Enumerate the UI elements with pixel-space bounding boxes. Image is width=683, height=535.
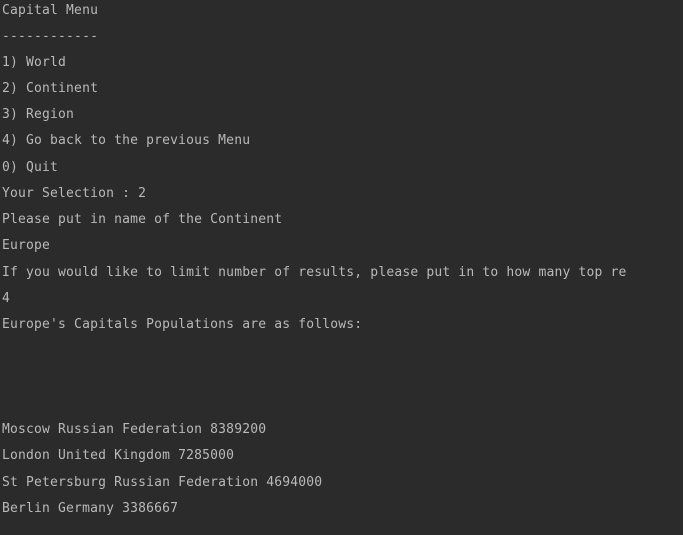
result-row: London United Kingdom 7285000: [2, 448, 235, 463]
menu-option-region: 3) Region: [2, 107, 75, 122]
results-header: Europe's Capitals Populations are as fol…: [2, 317, 363, 332]
limit-input: 4: [2, 291, 11, 306]
result-row: Moscow Russian Federation 8389200: [2, 422, 267, 437]
selection-prompt: Your Selection : 2: [2, 186, 147, 201]
menu-option-back: 4) Go back to the previous Menu: [2, 133, 251, 148]
result-row: St Petersburg Russian Federation 4694000: [2, 475, 323, 490]
menu-option-world: 1) World: [2, 55, 67, 70]
menu-option-continent: 2) Continent: [2, 81, 99, 96]
menu-option-quit: 0) Quit: [2, 160, 59, 175]
continent-prompt: Please put in name of the Continent: [2, 212, 283, 227]
console-output[interactable]: Capital Menu ------------ 1) World 2) Co…: [0, 0, 683, 535]
menu-divider: ------------: [2, 29, 99, 44]
limit-prompt: If you would like to limit number of res…: [2, 265, 627, 280]
continent-input: Europe: [2, 238, 51, 253]
menu-title: Capital Menu: [2, 3, 99, 18]
result-row: Berlin Germany 3386667: [2, 501, 179, 516]
